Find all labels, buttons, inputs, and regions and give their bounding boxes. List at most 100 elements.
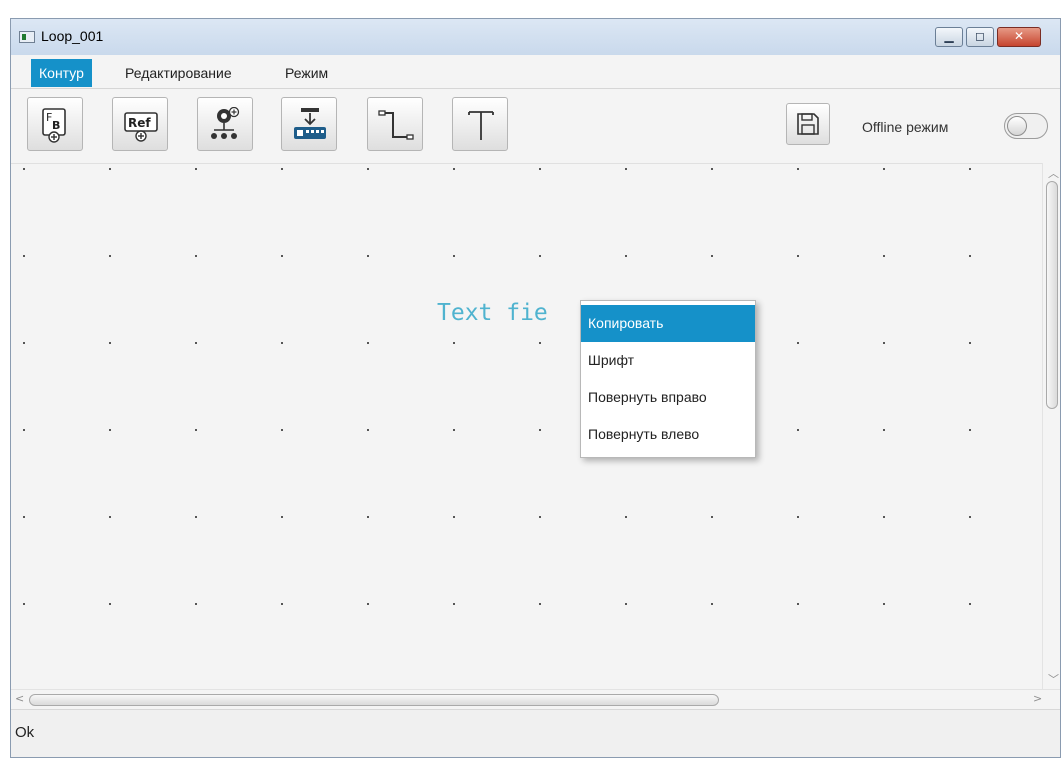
app-window: Loop_001 ▁ ◻ ✕ Контур Редактирование Реж… bbox=[10, 18, 1061, 758]
scroll-right-icon[interactable]: > bbox=[1033, 692, 1042, 705]
add-device-button[interactable] bbox=[197, 97, 253, 151]
title-bar: Loop_001 ▁ ◻ ✕ bbox=[11, 19, 1060, 55]
context-font[interactable]: Шрифт bbox=[581, 342, 755, 379]
save-button[interactable] bbox=[786, 103, 830, 145]
grid-dot bbox=[883, 429, 885, 431]
close-icon: ✕ bbox=[1013, 29, 1025, 43]
device-network-add-icon bbox=[211, 107, 240, 139]
fb-block-add-icon: F B bbox=[42, 108, 66, 143]
grid-dot bbox=[195, 429, 197, 431]
context-menu: Копировать Шрифт Повернуть вправо Поверн… bbox=[580, 300, 756, 458]
add-io-module-button[interactable] bbox=[281, 97, 337, 151]
grid-dot bbox=[883, 255, 885, 257]
grid-dot bbox=[539, 516, 541, 518]
grid-dot bbox=[453, 342, 455, 344]
grid-dot bbox=[23, 168, 25, 170]
menu-bar: Контур Редактирование Режим bbox=[11, 55, 1060, 89]
offline-mode-toggle[interactable] bbox=[1004, 113, 1048, 139]
grid-dot bbox=[539, 429, 541, 431]
grid-dot bbox=[195, 168, 197, 170]
grid-dot bbox=[625, 516, 627, 518]
offline-mode-label: Offline режим bbox=[862, 119, 949, 135]
grid-dot bbox=[367, 603, 369, 605]
grid-dot bbox=[711, 603, 713, 605]
maximize-icon: ◻ bbox=[975, 29, 985, 43]
grid-dot bbox=[453, 168, 455, 170]
ref-add-icon: Ref bbox=[124, 112, 158, 142]
grid-dot bbox=[797, 516, 799, 518]
grid-dot bbox=[367, 342, 369, 344]
grid-dot bbox=[711, 168, 713, 170]
canvas-text-field[interactable]: Text fie bbox=[437, 300, 548, 326]
grid-dot bbox=[367, 168, 369, 170]
add-fb-button[interactable]: F B bbox=[27, 97, 83, 151]
scroll-down-icon[interactable]: ﹀ bbox=[1048, 671, 1059, 687]
grid-dot bbox=[109, 168, 111, 170]
grid-dot bbox=[797, 429, 799, 431]
maximize-button[interactable]: ◻ bbox=[966, 27, 994, 47]
minimize-button[interactable]: ▁ bbox=[935, 27, 963, 47]
grid-dot bbox=[969, 429, 971, 431]
grid-dot bbox=[109, 516, 111, 518]
close-button[interactable]: ✕ bbox=[997, 27, 1041, 47]
horizontal-scrollbar[interactable]: < > bbox=[11, 689, 1060, 709]
grid-dot bbox=[367, 429, 369, 431]
grid-dot bbox=[109, 255, 111, 257]
grid-dot bbox=[109, 429, 111, 431]
grid-dot bbox=[539, 255, 541, 257]
grid-dot bbox=[539, 603, 541, 605]
horizontal-scroll-thumb[interactable] bbox=[29, 694, 719, 706]
grid-dot bbox=[711, 516, 713, 518]
connector-line-icon bbox=[378, 110, 414, 140]
menu-contour[interactable]: Контур bbox=[31, 59, 92, 87]
save-icon bbox=[797, 113, 819, 135]
scroll-left-icon[interactable]: < bbox=[15, 692, 24, 705]
grid-dot bbox=[109, 603, 111, 605]
grid-dot bbox=[711, 255, 713, 257]
grid-dot bbox=[625, 255, 627, 257]
text-tool-icon bbox=[468, 111, 494, 140]
grid-dot bbox=[281, 255, 283, 257]
diagram-canvas[interactable]: Text fie bbox=[11, 163, 1042, 690]
grid-dot bbox=[797, 342, 799, 344]
minimize-icon: ▁ bbox=[944, 29, 954, 43]
grid-dot bbox=[23, 603, 25, 605]
vertical-scroll-thumb[interactable] bbox=[1046, 181, 1058, 409]
status-bar: Ok bbox=[11, 709, 1060, 757]
grid-dot bbox=[23, 429, 25, 431]
vertical-scrollbar[interactable]: ︿ ﹀ bbox=[1042, 163, 1060, 689]
grid-dot bbox=[969, 516, 971, 518]
grid-dot bbox=[23, 255, 25, 257]
grid-dot bbox=[969, 342, 971, 344]
grid-dot bbox=[281, 516, 283, 518]
grid-dot bbox=[23, 342, 25, 344]
add-text-button[interactable] bbox=[452, 97, 508, 151]
grid-dot bbox=[453, 516, 455, 518]
io-module-icon bbox=[294, 108, 326, 139]
grid-dot bbox=[195, 342, 197, 344]
add-connector-button[interactable] bbox=[367, 97, 423, 151]
grid-dot bbox=[883, 168, 885, 170]
grid-dot bbox=[453, 255, 455, 257]
grid-dot bbox=[367, 516, 369, 518]
menu-editing[interactable]: Редактирование bbox=[117, 59, 240, 87]
context-rotate-left[interactable]: Повернуть влево bbox=[581, 416, 755, 453]
grid-dot bbox=[969, 603, 971, 605]
grid-dot bbox=[969, 255, 971, 257]
grid-dot bbox=[625, 603, 627, 605]
svg-text:Ref: Ref bbox=[128, 116, 151, 130]
add-ref-button[interactable]: Ref bbox=[112, 97, 168, 151]
grid-dot bbox=[23, 516, 25, 518]
grid-dot bbox=[539, 342, 541, 344]
grid-dot bbox=[797, 255, 799, 257]
grid-dot bbox=[883, 603, 885, 605]
context-copy[interactable]: Копировать bbox=[581, 305, 755, 342]
grid-dot bbox=[797, 603, 799, 605]
grid-dot bbox=[883, 516, 885, 518]
grid-dot bbox=[539, 168, 541, 170]
scroll-up-icon[interactable]: ︿ bbox=[1048, 165, 1059, 181]
grid-dot bbox=[625, 168, 627, 170]
app-icon bbox=[19, 31, 35, 43]
context-rotate-right[interactable]: Повернуть вправо bbox=[581, 379, 755, 416]
menu-mode[interactable]: Режим bbox=[277, 59, 336, 87]
